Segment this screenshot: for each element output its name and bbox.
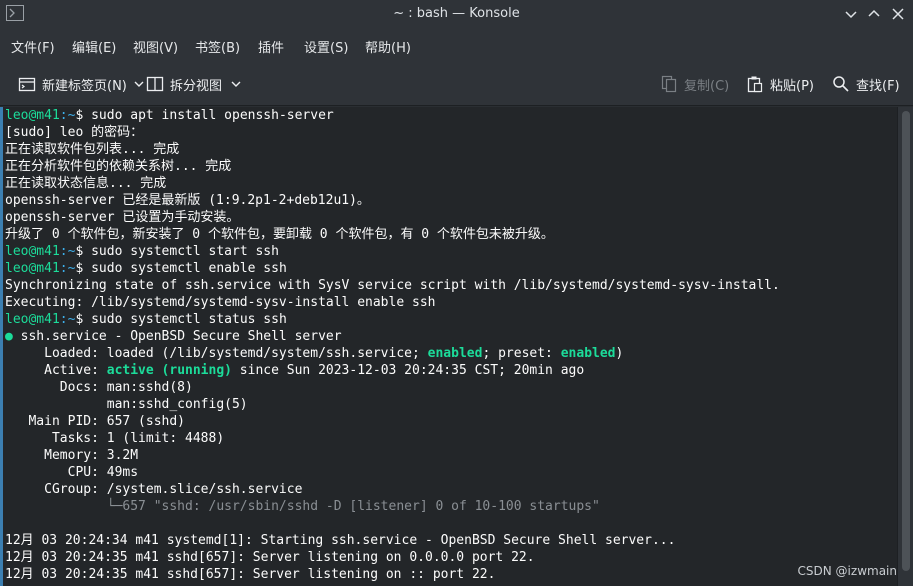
terminal-line: Docs: man:sshd(8) bbox=[5, 380, 193, 395]
chevron-down-icon bbox=[231, 81, 241, 87]
menu-edit[interactable]: 编辑(E) bbox=[72, 37, 116, 56]
split-view-icon bbox=[146, 76, 164, 92]
menu-bookmarks[interactable]: 书签(B) bbox=[195, 37, 240, 56]
paste-button[interactable]: 粘贴(P) bbox=[746, 72, 814, 96]
toolbar: 新建标签页(N) 拆分视图 复制(C) 粘贴(P) 查找(F) bbox=[0, 62, 913, 106]
new-tab-icon bbox=[18, 77, 36, 92]
terminal-line: openssh-server 已经是最新版 (1:9.2p1-2+deb12u1… bbox=[5, 193, 370, 208]
close-icon[interactable] bbox=[889, 5, 907, 23]
watermark: CSDN @izwmain bbox=[797, 564, 897, 578]
menu-file[interactable]: 文件(F) bbox=[11, 37, 55, 56]
menu-help[interactable]: 帮助(H) bbox=[365, 37, 411, 56]
terminal-line: Loaded: loaded (/lib/systemd/system/ssh.… bbox=[5, 346, 624, 361]
terminal-line: 正在分析软件包的依赖关系树... 完成 bbox=[5, 159, 232, 174]
terminal-line: 12月 03 20:24:34 m41 systemd[1]: Starting… bbox=[5, 533, 676, 548]
terminal-line: [sudo] leo 的密码： bbox=[5, 125, 144, 140]
terminal-line: leo@m41:~$ sudo systemctl start ssh bbox=[5, 244, 279, 259]
menu-settings[interactable]: 设置(S) bbox=[304, 37, 348, 56]
split-view-label: 拆分视图 bbox=[170, 78, 223, 94]
terminal-line: leo@m41:~$ sudo apt install openssh-serv… bbox=[5, 108, 334, 123]
scrollbar-thumb[interactable] bbox=[902, 111, 910, 571]
copy-icon bbox=[661, 75, 677, 93]
terminal-line: Active: active (running) since Sun 2023-… bbox=[5, 363, 585, 378]
terminal-output[interactable]: leo@m41:~$ sudo apt install openssh-serv… bbox=[0, 107, 897, 586]
terminal-line: └─657 "sshd: /usr/sbin/sshd -D [listener… bbox=[5, 499, 600, 514]
title-bar: ~ : bash — Konsole bbox=[0, 0, 913, 28]
terminal-line: openssh-server 已设置为手动安装。 bbox=[5, 210, 240, 225]
terminal-line: leo@m41:~$ sudo systemctl enable ssh bbox=[5, 261, 287, 276]
search-icon bbox=[833, 76, 849, 92]
menu-view[interactable]: 视图(V) bbox=[133, 37, 178, 56]
status-bullet-icon: ● bbox=[5, 329, 13, 344]
terminal-line: leo@m41:~$ sudo systemctl status ssh bbox=[5, 312, 287, 327]
window-title: ~ : bash — Konsole bbox=[393, 6, 520, 21]
copy-button[interactable]: 复制(C) bbox=[660, 72, 729, 96]
terminal-line: ● ssh.service - OpenBSD Secure Shell ser… bbox=[5, 329, 342, 344]
copy-label: 复制(C) bbox=[684, 78, 730, 94]
terminal-line: Memory: 3.2M bbox=[5, 448, 139, 463]
chevron-down-icon bbox=[134, 81, 144, 87]
terminal-line: CPU: 49ms bbox=[5, 465, 139, 480]
maximize-icon[interactable] bbox=[865, 5, 883, 23]
paste-icon bbox=[747, 76, 763, 93]
paste-label: 粘贴(P) bbox=[770, 78, 814, 94]
terminal-line: Synchronizing state of ssh.service with … bbox=[5, 278, 780, 293]
terminal-line: 正在读取状态信息... 完成 bbox=[5, 176, 167, 191]
terminal-scrollbar[interactable] bbox=[897, 107, 913, 586]
terminal-line: Executing: /lib/systemd/systemd-sysv-ins… bbox=[5, 295, 436, 310]
terminal-line: 正在读取软件包列表... 完成 bbox=[5, 142, 180, 157]
terminal-line: Main PID: 657 (sshd) bbox=[5, 414, 186, 429]
split-view-button[interactable]: 拆分视图 bbox=[146, 72, 242, 96]
minimize-icon[interactable] bbox=[842, 5, 860, 23]
new-tab-label: 新建标签页(N) bbox=[42, 78, 127, 94]
find-label: 查找(F) bbox=[856, 78, 900, 94]
menu-bar: 文件(F) 编辑(E) 视图(V) 书签(B) 插件 设置(S) 帮助(H) bbox=[0, 28, 913, 62]
terminal-line: 升级了 0 个软件包，新安装了 0 个软件包，要卸载 0 个软件包，有 0 个软… bbox=[5, 227, 554, 242]
new-tab-button[interactable]: 新建标签页(N) bbox=[18, 72, 145, 96]
menu-plugins[interactable]: 插件 bbox=[258, 37, 284, 56]
terminal-line: man:sshd_config(5) bbox=[5, 397, 248, 412]
terminal-line: 12月 03 20:24:35 m41 sshd[657]: Server li… bbox=[5, 567, 496, 582]
find-button[interactable]: 查找(F) bbox=[832, 72, 900, 96]
terminal-line: Tasks: 1 (limit: 4488) bbox=[5, 431, 225, 446]
terminal-line: CGroup: /system.slice/ssh.service bbox=[5, 482, 303, 497]
terminal-line: 12月 03 20:24:35 m41 sshd[657]: Server li… bbox=[5, 550, 535, 565]
